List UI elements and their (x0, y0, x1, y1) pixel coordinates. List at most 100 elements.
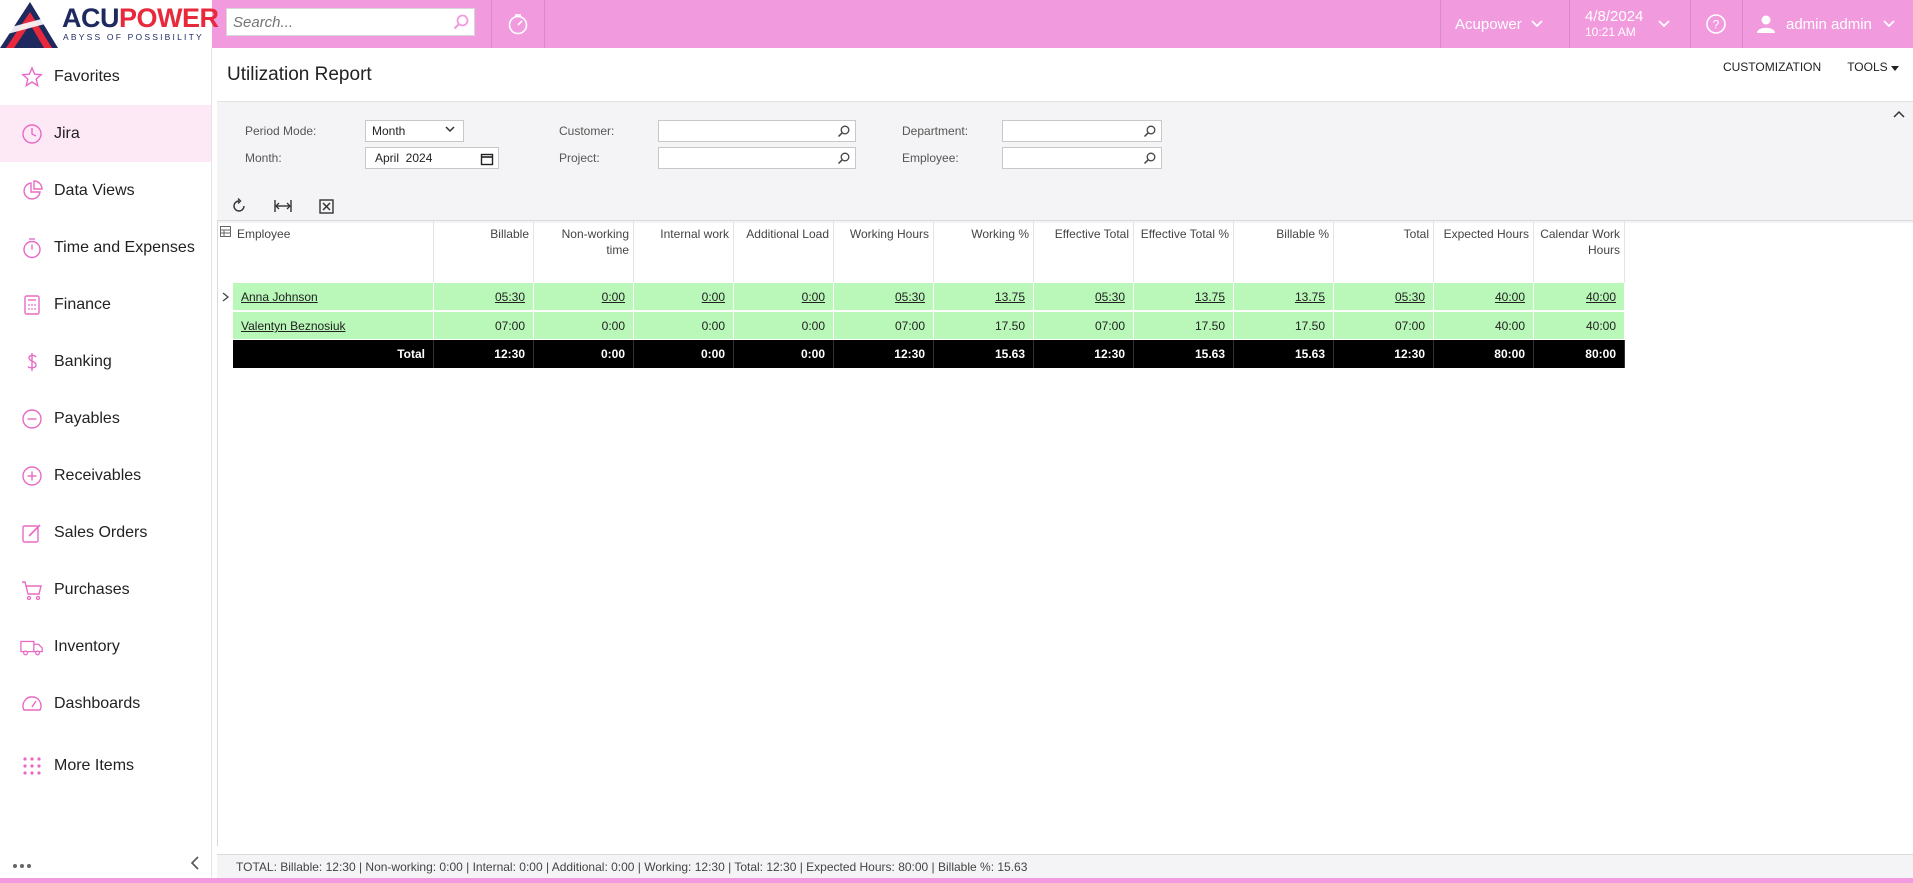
cell-total[interactable]: 05:30 (1334, 283, 1434, 311)
collapse-sidebar-icon[interactable] (190, 855, 200, 873)
sidebar-item-time-and-expenses[interactable]: Time and Expenses (0, 219, 211, 276)
lookup-icon[interactable] (1143, 152, 1156, 165)
table-row[interactable]: Valentyn Beznosiuk 07:00 0:00 0:00 0:00 … (218, 312, 1625, 340)
cell-calendar-work-hours: 40:00 (1534, 312, 1625, 340)
table-row[interactable]: Anna Johnson 05:30 0:00 0:00 0:00 05:30 … (218, 283, 1625, 311)
sidebar-item-inventory[interactable]: Inventory (0, 618, 211, 675)
refresh-icon[interactable] (226, 195, 252, 217)
help-button[interactable]: ? (1690, 0, 1742, 48)
sidebar-item-jira[interactable]: Jira (0, 105, 211, 162)
sidebar-item-payables[interactable]: Payables (0, 390, 211, 447)
business-date: 4/8/2024 (1585, 8, 1644, 25)
user-menu[interactable]: admin admin (1742, 0, 1913, 48)
logo[interactable]: ACUPOWER ABYSS OF POSSIBILITY (0, 0, 219, 48)
column-header-calendar-work-hours[interactable]: Calendar Work Hours (1534, 221, 1625, 283)
column-header-internal-work[interactable]: Internal work (634, 221, 734, 283)
column-header-non-working-time[interactable]: Non-working time (534, 221, 634, 283)
sidebar: Favorites Jira Data Views Time and Expen… (0, 48, 212, 883)
department-input[interactable] (1002, 120, 1162, 142)
fit-columns-icon[interactable] (270, 195, 296, 217)
column-header-working-hours[interactable]: Working Hours (834, 221, 934, 283)
grid-header: Employee Billable Non-working time Inter… (218, 221, 1625, 283)
export-excel-icon[interactable] (313, 195, 339, 217)
cell-billable-percent[interactable]: 13.75 (1234, 283, 1334, 311)
user-icon (1757, 15, 1775, 33)
ellipsis-icon[interactable] (12, 857, 32, 872)
column-header-working-percent[interactable]: Working % (934, 221, 1034, 283)
column-header-billable[interactable]: Billable (434, 221, 534, 283)
business-time: 10:21 AM (1585, 25, 1636, 39)
cell-working-hours[interactable]: 05:30 (834, 283, 934, 311)
sidebar-item-data-views[interactable]: Data Views (0, 162, 211, 219)
cell-total: 07:00 (1334, 312, 1434, 340)
sidebar-item-label: Payables (54, 409, 120, 427)
sidebar-item-banking[interactable]: Banking (0, 333, 211, 390)
calendar-icon[interactable] (480, 152, 494, 166)
svg-text:?: ? (1713, 18, 1720, 32)
tools-label: TOOLS (1847, 60, 1888, 74)
cell-expected-hours[interactable]: 40:00 (1434, 283, 1534, 311)
company-name: Acupower (1455, 15, 1522, 33)
total-billable: 12:30 (434, 340, 534, 368)
customization-menu[interactable]: CUSTOMIZATION (1723, 60, 1821, 74)
cell-working-percent[interactable]: 13.75 (934, 283, 1034, 311)
sidebar-item-receivables[interactable]: Receivables (0, 447, 211, 504)
grid-settings-icon[interactable] (218, 221, 233, 283)
lookup-icon[interactable] (837, 152, 850, 165)
column-header-effective-total[interactable]: Effective Total (1034, 221, 1134, 283)
period-mode-select[interactable]: Month (365, 120, 464, 142)
project-input[interactable] (658, 147, 856, 169)
sidebar-footer (0, 853, 212, 875)
sidebar-item-sales-orders[interactable]: Sales Orders (0, 504, 211, 561)
cell-calendar-work-hours[interactable]: 40:00 (1534, 283, 1625, 311)
month-label: Month: (245, 151, 282, 165)
logo-wordmark: ACUPOWER (62, 3, 219, 33)
total-internal-work: 0:00 (634, 340, 734, 368)
search-input[interactable] (227, 9, 448, 35)
cell-internal-work[interactable]: 0:00 (634, 283, 734, 311)
lookup-icon[interactable] (1143, 125, 1156, 138)
calculator-icon (20, 293, 44, 317)
cell-effective-total[interactable]: 05:30 (1034, 283, 1134, 311)
search-icon[interactable] (448, 14, 474, 30)
column-header-additional-load[interactable]: Additional Load (734, 221, 834, 283)
grid-dots-icon (20, 754, 44, 778)
cell-working-hours: 07:00 (834, 312, 934, 340)
employee-link[interactable]: Valentyn Beznosiuk (233, 312, 434, 340)
sidebar-item-label: More Items (54, 756, 135, 774)
row-selector-icon[interactable] (218, 283, 233, 311)
header-actions: CUSTOMIZATION TOOLS (1723, 60, 1899, 74)
customer-input[interactable] (658, 120, 856, 142)
total-row: Total 12:30 0:00 0:00 0:00 12:30 15.63 1… (218, 340, 1625, 368)
cell-effective-total-percent[interactable]: 13.75 (1134, 283, 1234, 311)
column-header-total[interactable]: Total (1334, 221, 1434, 283)
lookup-icon[interactable] (837, 125, 850, 138)
employee-link[interactable]: Anna Johnson (233, 283, 434, 311)
cell-billable-percent: 17.50 (1234, 312, 1334, 340)
column-header-employee[interactable]: Employee (233, 221, 434, 283)
sidebar-item-purchases[interactable]: Purchases (0, 561, 211, 618)
chevron-down-icon (1531, 20, 1543, 28)
column-header-billable-percent[interactable]: Billable % (1234, 221, 1334, 283)
company-selector[interactable]: Acupower (1441, 0, 1569, 48)
sidebar-item-favorites[interactable]: Favorites (0, 48, 211, 105)
timer-button[interactable] (492, 0, 544, 48)
search-box (226, 8, 475, 36)
tools-menu[interactable]: TOOLS (1847, 60, 1899, 74)
cell-billable[interactable]: 05:30 (434, 283, 534, 311)
sidebar-item-more-items[interactable]: More Items (0, 737, 211, 794)
employee-input[interactable] (1002, 147, 1162, 169)
column-header-effective-total-percent[interactable]: Effective Total % (1134, 221, 1234, 283)
timer-icon (508, 14, 528, 35)
business-date-selector[interactable]: 4/8/2024 10:21 AM (1570, 0, 1690, 48)
cell-non-working-time[interactable]: 0:00 (534, 283, 634, 311)
collapse-panel-icon[interactable] (1893, 106, 1905, 121)
sidebar-item-finance[interactable]: Finance (0, 276, 211, 333)
row-selector[interactable] (218, 312, 233, 340)
cart-icon (20, 578, 44, 602)
column-header-expected-hours[interactable]: Expected Hours (1434, 221, 1534, 283)
cell-additional-load: 0:00 (734, 312, 834, 340)
month-date-input[interactable]: April 2024 (365, 147, 499, 169)
sidebar-item-dashboards[interactable]: Dashboards (0, 675, 211, 732)
cell-additional-load[interactable]: 0:00 (734, 283, 834, 311)
